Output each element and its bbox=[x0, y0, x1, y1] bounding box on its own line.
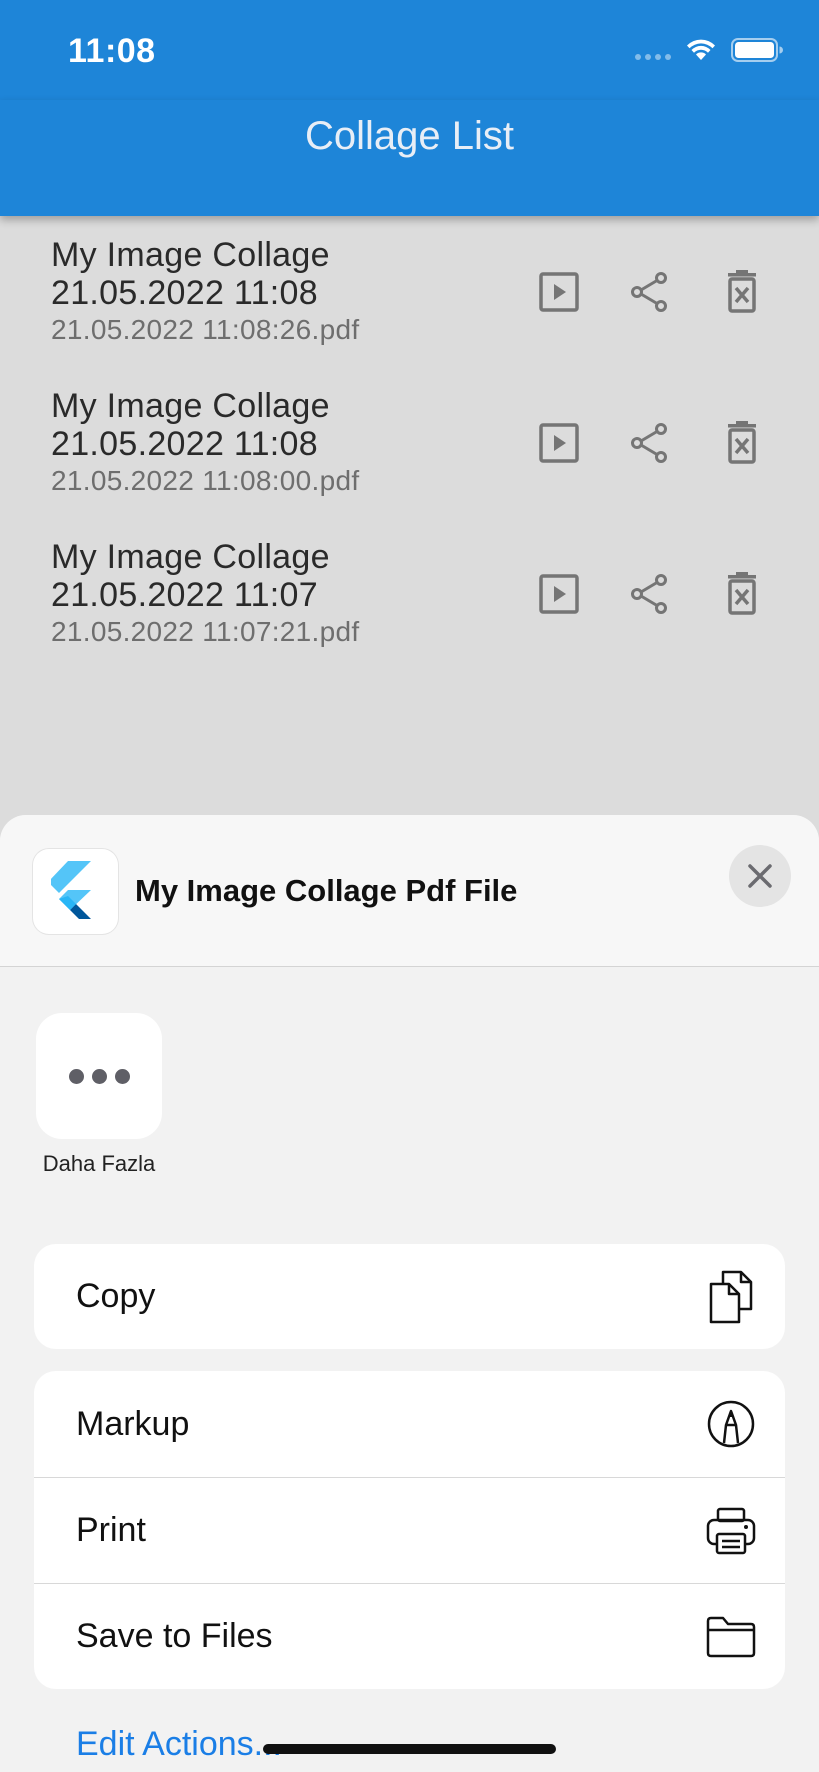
share-icon bbox=[631, 272, 667, 312]
more-apps-label: Daha Fazla bbox=[42, 1151, 156, 1176]
play-icon bbox=[539, 272, 579, 312]
collage-date: 21.05.2022 11:07 bbox=[51, 576, 318, 614]
edit-actions-link[interactable]: Edit Actions... bbox=[76, 1725, 282, 1764]
more-apps-button[interactable] bbox=[36, 1013, 162, 1139]
status-time: 11:08 bbox=[68, 32, 156, 70]
copy-icon bbox=[705, 1270, 757, 1323]
collage-title: My Image Collage bbox=[51, 538, 330, 576]
share-button[interactable] bbox=[628, 421, 672, 465]
action-label: Markup bbox=[76, 1404, 190, 1443]
open-button[interactable] bbox=[537, 421, 581, 465]
share-sheet-header: My Image Collage Pdf File bbox=[0, 815, 819, 967]
more-icon-dot bbox=[114, 1068, 130, 1084]
delete-icon bbox=[728, 572, 756, 615]
open-button[interactable] bbox=[537, 572, 581, 616]
share-sheet-title: My Image Collage Pdf File bbox=[135, 873, 518, 908]
open-button[interactable] bbox=[537, 270, 581, 314]
status-icons bbox=[635, 38, 783, 62]
delete-button[interactable] bbox=[720, 421, 764, 465]
action-markup[interactable]: Markup bbox=[34, 1371, 785, 1477]
close-button[interactable] bbox=[729, 845, 791, 907]
play-icon bbox=[539, 423, 579, 463]
action-group-main: Markup Print Save to Files bbox=[34, 1371, 785, 1689]
list-item[interactable]: My Image Collage 21.05.2022 11:08 21.05.… bbox=[0, 216, 819, 367]
flutter-logo-icon bbox=[50, 860, 91, 919]
delete-icon bbox=[728, 270, 756, 313]
delete-button[interactable] bbox=[720, 270, 764, 314]
battery-icon bbox=[731, 38, 783, 62]
action-label: Print bbox=[76, 1511, 146, 1549]
action-label: Copy bbox=[76, 1277, 156, 1315]
share-button[interactable] bbox=[628, 572, 672, 616]
action-copy[interactable]: Copy bbox=[34, 1244, 785, 1349]
collage-filename: 21.05.2022 11:08:26.pdf bbox=[51, 314, 360, 345]
play-icon bbox=[539, 574, 579, 614]
home-indicator[interactable] bbox=[263, 1744, 556, 1754]
collage-title: My Image Collage bbox=[51, 387, 330, 425]
action-label: Save to Files bbox=[76, 1617, 273, 1655]
app-icon bbox=[33, 849, 118, 934]
more-icon-dot bbox=[91, 1068, 107, 1084]
collage-title: My Image Collage bbox=[51, 236, 330, 274]
collage-filename: 21.05.2022 11:07:21.pdf bbox=[51, 616, 360, 647]
page-title: Collage List bbox=[304, 113, 514, 158]
wifi-icon bbox=[687, 39, 715, 60]
delete-icon bbox=[728, 421, 756, 464]
app-bar: Collage List bbox=[0, 100, 819, 216]
collage-date: 21.05.2022 11:08 bbox=[51, 425, 318, 463]
print-icon bbox=[705, 1505, 757, 1557]
delete-button[interactable] bbox=[720, 572, 764, 616]
list-item[interactable]: My Image Collage 21.05.2022 11:07 21.05.… bbox=[0, 518, 819, 669]
action-group-copy: Copy bbox=[34, 1244, 785, 1349]
collage-date: 21.05.2022 11:08 bbox=[51, 274, 318, 312]
collage-filename: 21.05.2022 11:08:00.pdf bbox=[51, 465, 360, 496]
share-button[interactable] bbox=[628, 270, 672, 314]
folder-icon bbox=[705, 1611, 757, 1663]
action-save-to-files[interactable]: Save to Files bbox=[34, 1583, 785, 1689]
more-icon bbox=[68, 1068, 84, 1084]
share-icon bbox=[631, 423, 667, 463]
list-item[interactable]: My Image Collage 21.05.2022 11:08 21.05.… bbox=[0, 367, 819, 518]
share-icon bbox=[631, 574, 667, 614]
close-icon bbox=[748, 864, 772, 888]
collage-list: My Image Collage 21.05.2022 11:08 21.05.… bbox=[0, 216, 819, 669]
cellular-signal-icon bbox=[635, 40, 671, 60]
share-sheet: My Image Collage Pdf File Daha Fazla Cop… bbox=[0, 815, 819, 1772]
markup-icon bbox=[705, 1398, 757, 1450]
status-bar: 11:08 bbox=[0, 0, 819, 100]
action-print[interactable]: Print bbox=[34, 1477, 785, 1583]
